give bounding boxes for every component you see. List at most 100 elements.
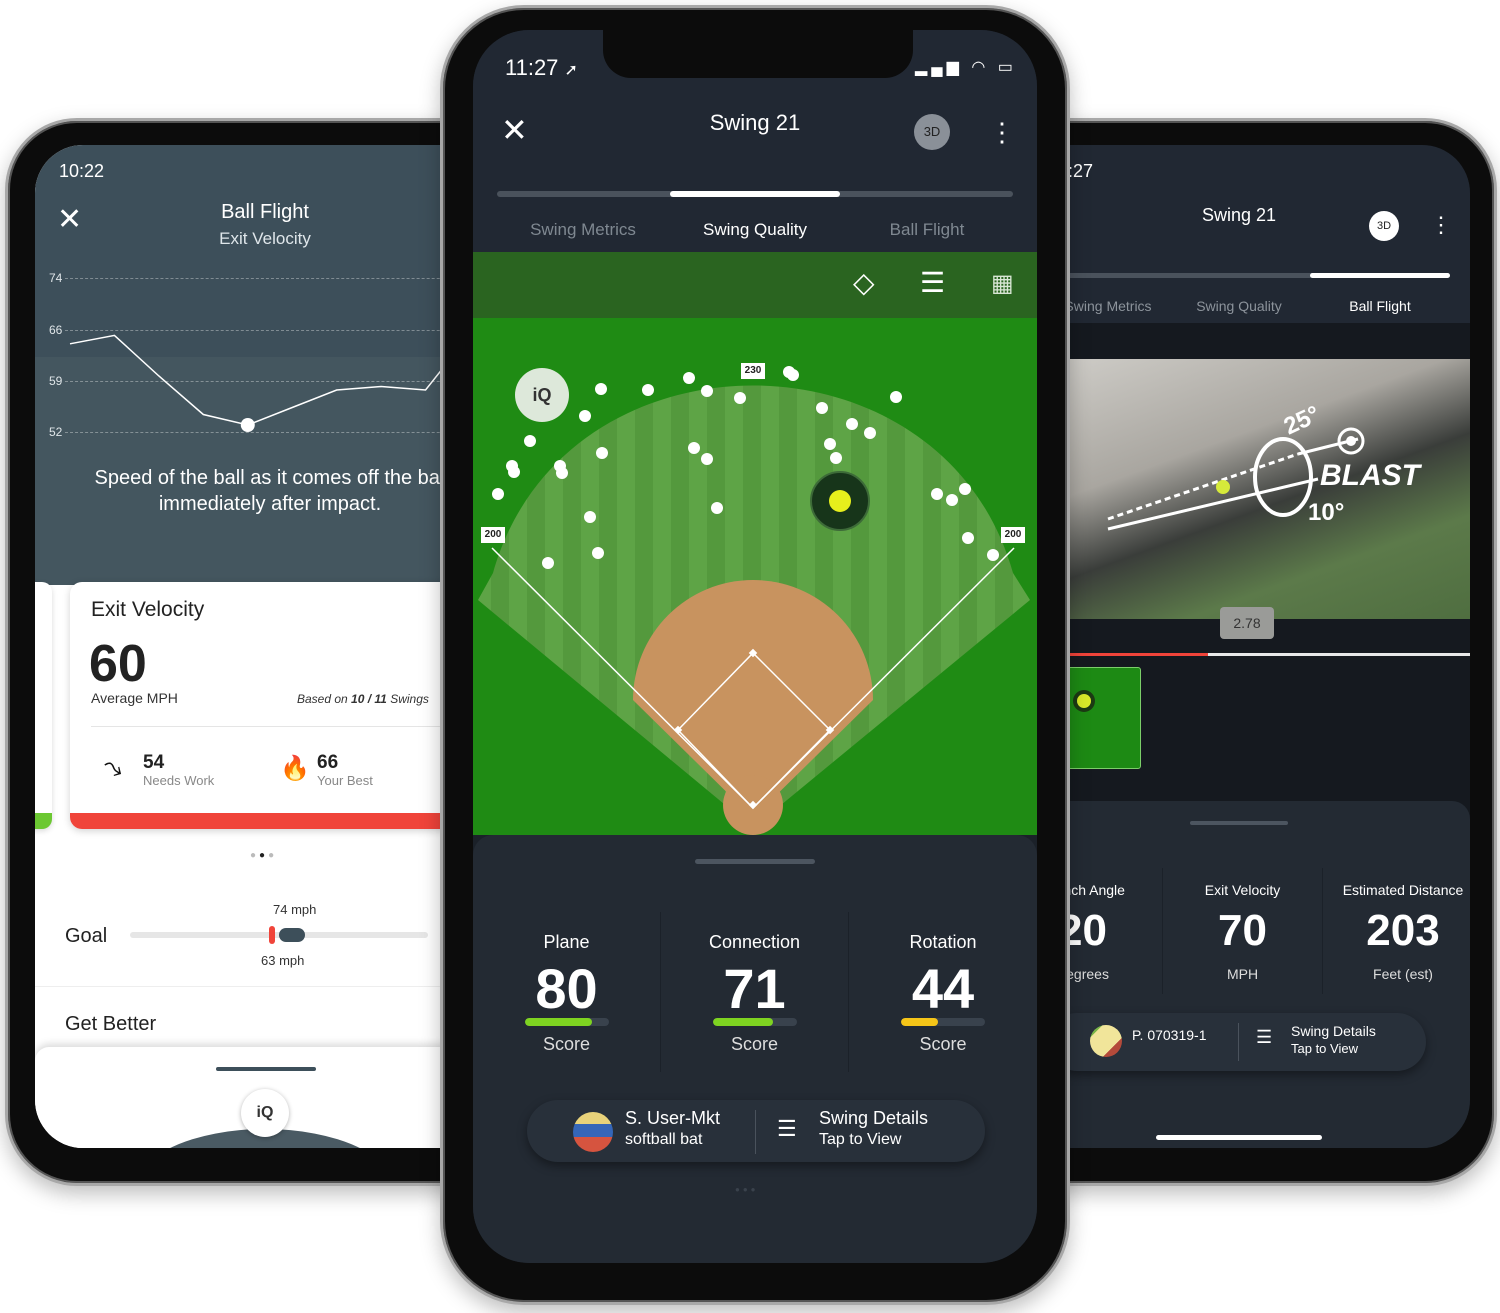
goal-label: Goal — [65, 925, 108, 947]
grid-view-icon[interactable]: ▦ — [991, 270, 1014, 298]
pill-divider — [1238, 1023, 1239, 1061]
home-indicator — [1156, 1135, 1322, 1140]
ball-landing-dot — [579, 410, 591, 422]
details-sub: Tap to View — [819, 1131, 902, 1148]
tab-swing-metrics[interactable]: Swing Metrics — [493, 220, 673, 240]
pagination-dots[interactable]: ●●● — [250, 850, 277, 861]
iq-button[interactable]: iQ — [515, 368, 569, 422]
metric-label: Rotation — [909, 932, 977, 952]
location-arrow-icon: ➚ — [564, 62, 578, 79]
score-bar — [713, 1018, 797, 1026]
bottom-sheet[interactable]: iQ — [35, 1047, 505, 1148]
details-title: Swing Details — [1291, 1023, 1376, 1039]
ball-landing-dot — [584, 511, 596, 523]
chart-line — [69, 333, 471, 426]
get-better-heading: Get Better — [65, 1013, 157, 1035]
field-view-icon[interactable]: ◇ — [853, 268, 875, 298]
metric-estimated-distance: Estimated Distance 203 Feet (est) — [1323, 868, 1470, 994]
status-icons: ▂▄▆ ◠ ▭ — [915, 59, 1017, 76]
brand-logo: BLAST — [1320, 459, 1420, 492]
prev-card — [35, 582, 52, 829]
bat-details-pill[interactable]: P. 070319-1 ☰ Swing Details Tap to View — [1048, 1013, 1426, 1071]
metric-value: 70 — [1218, 906, 1267, 955]
page-title: Swing 21 — [709, 110, 801, 135]
low-label: Needs Work — [143, 773, 215, 788]
bat-type: softball bat — [625, 1131, 703, 1148]
iq-button[interactable]: iQ — [241, 1089, 289, 1137]
center-screen: 11:27 ➚ ▂▄▆ ◠ ▭ ✕ Swing 21 3D ⋮ Swing Me… — [473, 30, 1037, 1263]
goal-target: 74 mph — [273, 902, 317, 917]
sheet-handle[interactable] — [695, 859, 815, 864]
bat-name: S. User-Mkt — [625, 1108, 721, 1128]
marker-right: 200 — [1001, 527, 1025, 543]
pagination-dots[interactable]: ●●● — [735, 1185, 759, 1194]
ball-landing-dot — [701, 385, 713, 397]
sheet-handle[interactable] — [216, 1067, 316, 1071]
metric-value: 80 — [535, 957, 598, 1020]
ball-landing-dot — [846, 418, 858, 430]
slider-handle[interactable] — [279, 928, 305, 942]
ball-landing-dot — [642, 384, 654, 396]
tab-swing-quality[interactable]: Swing Quality — [665, 220, 845, 240]
ball-landing-dot — [824, 438, 836, 450]
ball-landing-dot — [962, 532, 974, 544]
metric-label: Estimated Distance — [1342, 882, 1464, 898]
highlight-point — [240, 418, 255, 432]
ball-landing-dot — [556, 467, 568, 479]
more-menu-icon[interactable]: ⋮ — [1430, 211, 1452, 239]
description: Speed of the ball as it comes off the ba… — [94, 467, 446, 515]
bat-icon — [1090, 1025, 1122, 1057]
ball-landing-dot — [987, 549, 999, 561]
metric-value: 203 — [1366, 906, 1440, 955]
pill-divider — [755, 1110, 756, 1154]
score-bar — [901, 1018, 985, 1026]
ball-landing-dot — [864, 427, 876, 439]
ball-landing-dot — [688, 442, 700, 454]
metric-value: 44 — [911, 957, 975, 1020]
based-prefix: Based on — [297, 692, 352, 706]
metric-sub: Score — [730, 1034, 779, 1054]
ball-landing-dot — [683, 372, 695, 384]
details-title: Swing Details — [819, 1108, 929, 1128]
video-scrubber[interactable] — [1048, 653, 1470, 656]
ball-landing-dot — [959, 483, 971, 495]
ball-landing-dot — [711, 502, 723, 514]
sheet-handle[interactable] — [1190, 821, 1288, 825]
tab-progress — [1028, 273, 1450, 278]
timestamp-badge: 2.78 — [1220, 607, 1274, 639]
selected-hit-dot — [829, 490, 851, 512]
notch — [603, 30, 913, 78]
tab-ball-flight[interactable]: Ball Flight — [837, 220, 1017, 240]
list-view-icon[interactable]: ☰ — [920, 268, 945, 298]
more-menu-icon[interactable]: ⋮ — [989, 116, 1015, 148]
details-sub: Tap to View — [1291, 1041, 1358, 1056]
flame-icon: 🔥 — [280, 755, 310, 782]
sliders-icon: ☰ — [1256, 1027, 1273, 1047]
based-count: 10 / 11 — [351, 692, 387, 706]
bat-details-pill[interactable]: S. User-Mkt softball bat ☰ Swing Details… — [527, 1100, 985, 1162]
metric-exit-velocity: Exit Velocity 70 MPH — [1163, 868, 1323, 994]
metric-rotation: Rotation 44 Score — [849, 912, 1037, 1072]
ball-landing-dot — [787, 369, 799, 381]
swing-video[interactable]: BLAST 25° 10° — [1048, 359, 1470, 619]
tab-ball-flight[interactable]: Ball Flight — [1310, 298, 1450, 314]
angle-bottom: 10° — [1308, 499, 1345, 526]
ball-landing-dot — [734, 392, 746, 404]
card-value: 60 — [89, 635, 147, 693]
page-title: Swing 21 — [1201, 205, 1277, 225]
goal-current: 63 mph — [261, 953, 305, 968]
metric-sub: MPH — [1226, 966, 1259, 982]
3d-button[interactable]: 3D — [914, 114, 950, 150]
metric-label: Connection — [708, 932, 801, 952]
metric-sub: Score — [542, 1034, 591, 1054]
tab-progress — [497, 191, 1013, 197]
metric-sub: Score — [919, 1034, 967, 1054]
metric-label: Plane — [543, 932, 590, 952]
low-value: 54 — [143, 752, 165, 773]
ball-landing-dot — [492, 488, 504, 500]
tab-swing-quality[interactable]: Swing Quality — [1169, 298, 1309, 314]
ball-landing-dot — [931, 488, 943, 500]
3d-button[interactable]: 3D — [1369, 211, 1399, 241]
metric-label: Exit Velocity — [1204, 882, 1281, 898]
metric-connection: Connection 71 Score — [661, 912, 849, 1072]
